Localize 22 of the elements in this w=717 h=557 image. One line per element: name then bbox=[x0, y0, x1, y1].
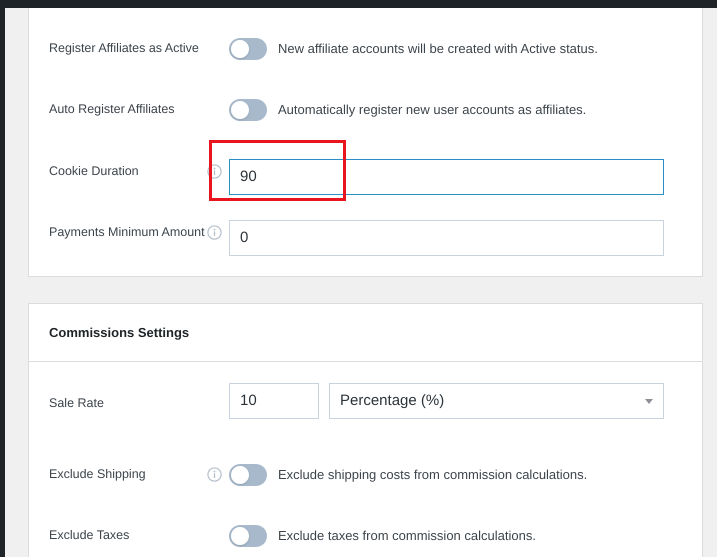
toggle-description: Exclude shipping costs from commission calculations. bbox=[278, 466, 588, 484]
toggle-description: Exclude taxes from commission calculations. bbox=[278, 526, 536, 545]
input-field[interactable]: 10 bbox=[229, 383, 319, 419]
toggle-switch[interactable] bbox=[229, 98, 267, 120]
toggle-switch[interactable] bbox=[229, 464, 267, 486]
field-label: Register Affiliates as Active bbox=[49, 40, 199, 56]
rate-type-select[interactable]: Percentage (%) bbox=[329, 383, 664, 419]
field-label: Sale Rate bbox=[49, 395, 104, 411]
toggle-description: New affiliate accounts will be created with Active status. bbox=[278, 40, 598, 58]
toggle-description: Automatically register new user accounts as affiliates. bbox=[278, 100, 586, 119]
field-label: Exclude Shipping bbox=[49, 466, 146, 482]
field-label: Auto Register Affiliates bbox=[49, 101, 175, 117]
toggle-switch[interactable] bbox=[229, 524, 267, 546]
input-field[interactable]: 0 bbox=[229, 220, 664, 256]
section-title: Commissions Settings bbox=[49, 324, 190, 342]
input-field[interactable]: 90 bbox=[229, 159, 664, 195]
dropdown-caret-icon bbox=[645, 398, 653, 404]
field-label: Cookie Duration bbox=[49, 163, 139, 179]
field-label: Exclude Taxes bbox=[49, 527, 130, 543]
toggle-switch[interactable] bbox=[229, 38, 267, 60]
field-label: Payments Minimum Amount bbox=[49, 224, 205, 240]
info-icon[interactable] bbox=[207, 164, 222, 179]
